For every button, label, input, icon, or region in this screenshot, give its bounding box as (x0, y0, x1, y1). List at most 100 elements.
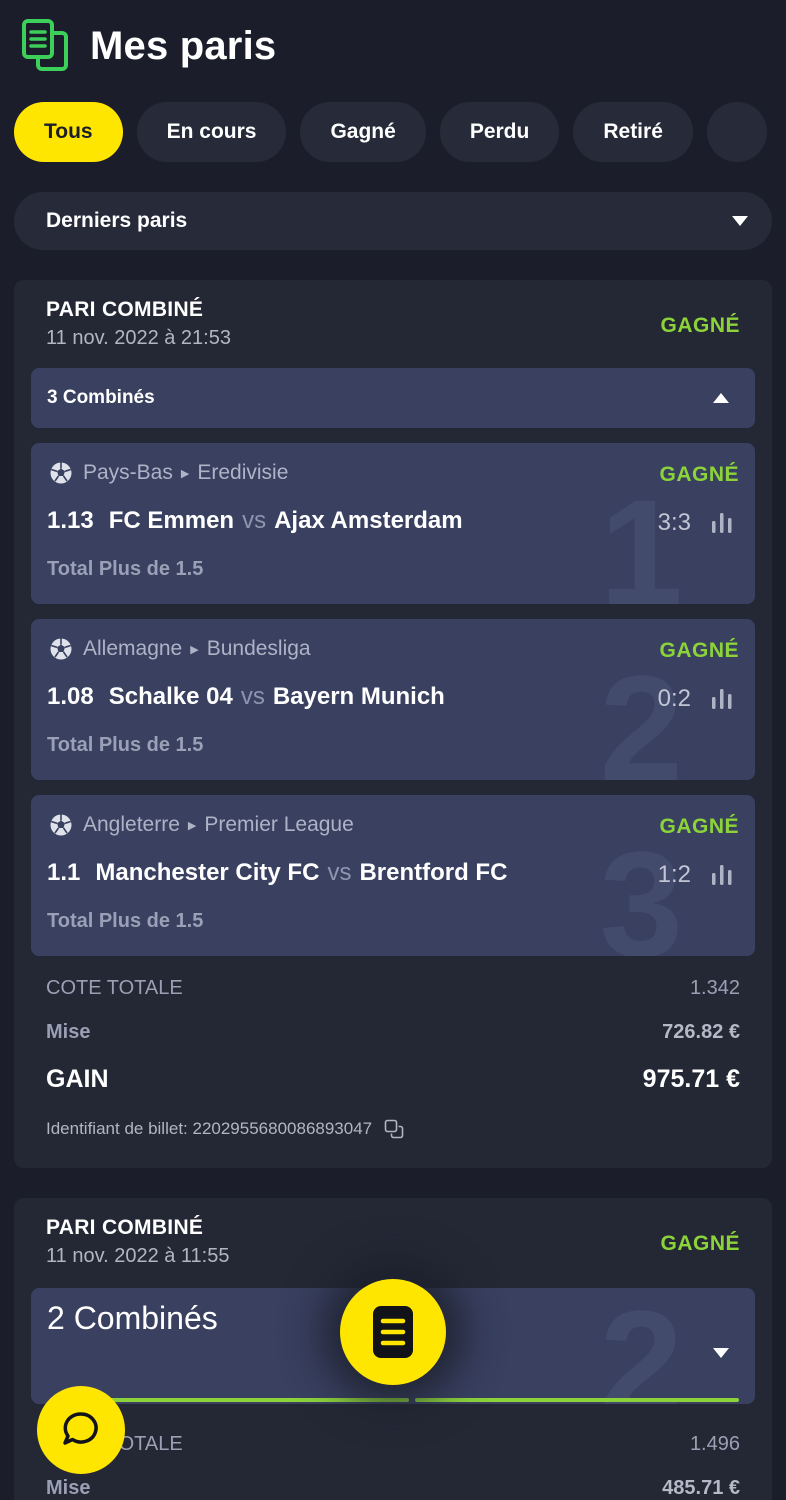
filter-tab-more[interactable] (706, 102, 767, 162)
leg-league: Pays-Bas ▶ Eredivisie (49, 461, 288, 485)
leg-score: 0:2 (657, 685, 691, 712)
leg-country: Pays-Bas (83, 461, 173, 484)
leg-number: 1 (599, 468, 683, 604)
total-odds-row: COTE TOTALE 1.496 (46, 1422, 740, 1466)
stats-icon[interactable] (711, 689, 733, 709)
filter-tab-gagne[interactable]: Gagné (300, 102, 426, 162)
leg-match: 1.08 Schalke 04 vs Bayern Munich (47, 683, 445, 711)
leg-score: 1:2 (657, 861, 691, 888)
leg-number: 3 (599, 820, 683, 956)
leg-away-team: Bayern Munich (272, 683, 445, 710)
chat-icon (63, 1412, 98, 1445)
stake-label: Mise (46, 1020, 91, 1043)
leg-vs: vs (242, 507, 267, 534)
leg-vs: vs (240, 683, 265, 710)
leg-match: 1.1 Manchester City FC vs Brentford FC (47, 859, 507, 887)
progress-segment (414, 1398, 739, 1402)
sort-dropdown[interactable]: Derniers paris (14, 192, 772, 250)
leg-selection: Total Plus de 1.5 (47, 734, 204, 756)
ticket-id: Identifiant de billet: 22029556800868930… (46, 1114, 740, 1144)
caret-down-icon (732, 216, 748, 226)
leg-selection: Total Plus de 1.5 (47, 558, 204, 580)
betslip-icon (373, 1306, 413, 1358)
stake-label: Mise (46, 1476, 91, 1499)
bet-card: PARI COMBINÉ 11 nov. 2022 à 21:53 GAGNÉ … (14, 280, 772, 1168)
leg-country: Angleterre (83, 813, 180, 836)
leg-league-name: Eredivisie (197, 461, 289, 484)
leg-league: Angleterre ▶ Premier League (49, 813, 354, 837)
leg-number: 2 (599, 644, 683, 780)
leg-home-team: FC Emmen (108, 507, 235, 534)
chevron-right-icon: ▶ (190, 643, 199, 656)
bet-leg[interactable]: 2 Allemagne ▶ Bundesliga GAGNÉ 1.08 Scha… (31, 619, 755, 780)
stats-icon[interactable] (711, 865, 733, 885)
football-icon (50, 462, 72, 484)
chevron-right-icon: ▶ (187, 819, 197, 832)
bet-leg[interactable]: 3 Angleterre ▶ Premier League GAGNÉ 1.1 … (31, 795, 755, 956)
bet-type: PARI COMBINÉ (46, 1216, 204, 1239)
leg-status: GAGNÉ (659, 639, 739, 662)
bet-card-header: PARI COMBINÉ 11 nov. 2022 à 11:55 GAGNÉ (14, 1198, 772, 1288)
gain-row: GAIN 975.71 € (46, 1054, 740, 1104)
leg-home-team: Manchester City FC (95, 859, 320, 886)
betslip-button[interactable] (340, 1279, 446, 1385)
leg-league: Allemagne ▶ Bundesliga (49, 637, 311, 661)
combo-label: 3 Combinés (47, 387, 155, 408)
leg-home-team: Schalke 04 (108, 683, 233, 710)
combo-number: 2 (599, 1288, 683, 1404)
bet-type: PARI COMBINÉ (46, 298, 204, 321)
filter-tab-retire[interactable]: Retiré (573, 102, 693, 162)
progress-segment (84, 1398, 409, 1402)
bet-card-header: PARI COMBINÉ 11 nov. 2022 à 21:53 GAGNÉ (14, 280, 772, 368)
filter-tab-perdu[interactable]: Perdu (439, 102, 560, 162)
page-header: Mes paris (22, 18, 276, 74)
combo-label: 2 Combinés (47, 1300, 218, 1336)
leg-league-name: Bundesliga (206, 637, 311, 660)
bet-summary: COTE TOTALE 1.496 Mise 485.71 € (14, 1422, 772, 1500)
football-icon (50, 638, 72, 660)
caret-down-icon (713, 1348, 729, 1358)
leg-odd: 1.13 (47, 507, 94, 534)
legs-progress (84, 1398, 739, 1402)
leg-match: 1.13 FC Emmen vs Ajax Amsterdam (47, 507, 463, 535)
leg-vs: vs (327, 859, 352, 886)
stake-value: 726.82 € (662, 1020, 740, 1043)
page-title: Mes paris (90, 23, 277, 68)
stake-row: Mise 726.82 € (46, 1010, 740, 1054)
leg-score: 3:3 (657, 509, 691, 536)
caret-up-icon (713, 393, 729, 403)
document-icon (22, 19, 68, 71)
bet-date: 11 nov. 2022 à 21:53 (46, 327, 231, 349)
stake-value: 485.71 € (662, 1476, 740, 1499)
stake-row: Mise 485.71 € (46, 1466, 740, 1500)
combo-toggle[interactable]: 3 Combinés (31, 368, 755, 428)
gain-label: GAIN (46, 1064, 109, 1093)
leg-country: Allemagne (83, 637, 183, 660)
leg-selection: Total Plus de 1.5 (47, 910, 204, 932)
ticket-id-text: Identifiant de billet: 22029556800868930… (46, 1119, 373, 1138)
total-odds-value: 1.496 (689, 1432, 740, 1455)
leg-status: GAGNÉ (659, 463, 739, 486)
leg-league-name: Premier League (204, 813, 354, 836)
stats-icon[interactable] (711, 513, 733, 533)
football-icon (50, 814, 72, 836)
bet-leg[interactable]: 1 Pays-Bas ▶ Eredivisie GAGNÉ 1.13 FC Em… (31, 443, 755, 604)
bet-status: GAGNÉ (660, 314, 740, 337)
chat-button[interactable] (37, 1386, 125, 1474)
leg-odd: 1.08 (47, 683, 94, 710)
sort-dropdown-label: Derniers paris (46, 209, 188, 232)
copy-icon[interactable] (384, 1119, 404, 1139)
leg-odd: 1.1 (47, 859, 81, 886)
total-odds-label: COTE TOTALE (46, 976, 183, 999)
total-odds-row: COTE TOTALE 1.342 (46, 966, 740, 1010)
filter-tab-en-cours[interactable]: En cours (136, 102, 287, 162)
filter-tab-tous[interactable]: Tous (14, 102, 123, 162)
gain-value: 975.71 € (642, 1064, 740, 1093)
chevron-right-icon: ▶ (180, 467, 190, 480)
bet-status: GAGNÉ (660, 1232, 740, 1255)
leg-status: GAGNÉ (659, 815, 739, 838)
leg-away-team: Ajax Amsterdam (274, 507, 463, 534)
leg-away-team: Brentford FC (359, 859, 508, 886)
bet-summary: COTE TOTALE 1.342 Mise 726.82 € GAIN 975… (14, 966, 772, 1144)
bet-date: 11 nov. 2022 à 11:55 (46, 1245, 230, 1267)
